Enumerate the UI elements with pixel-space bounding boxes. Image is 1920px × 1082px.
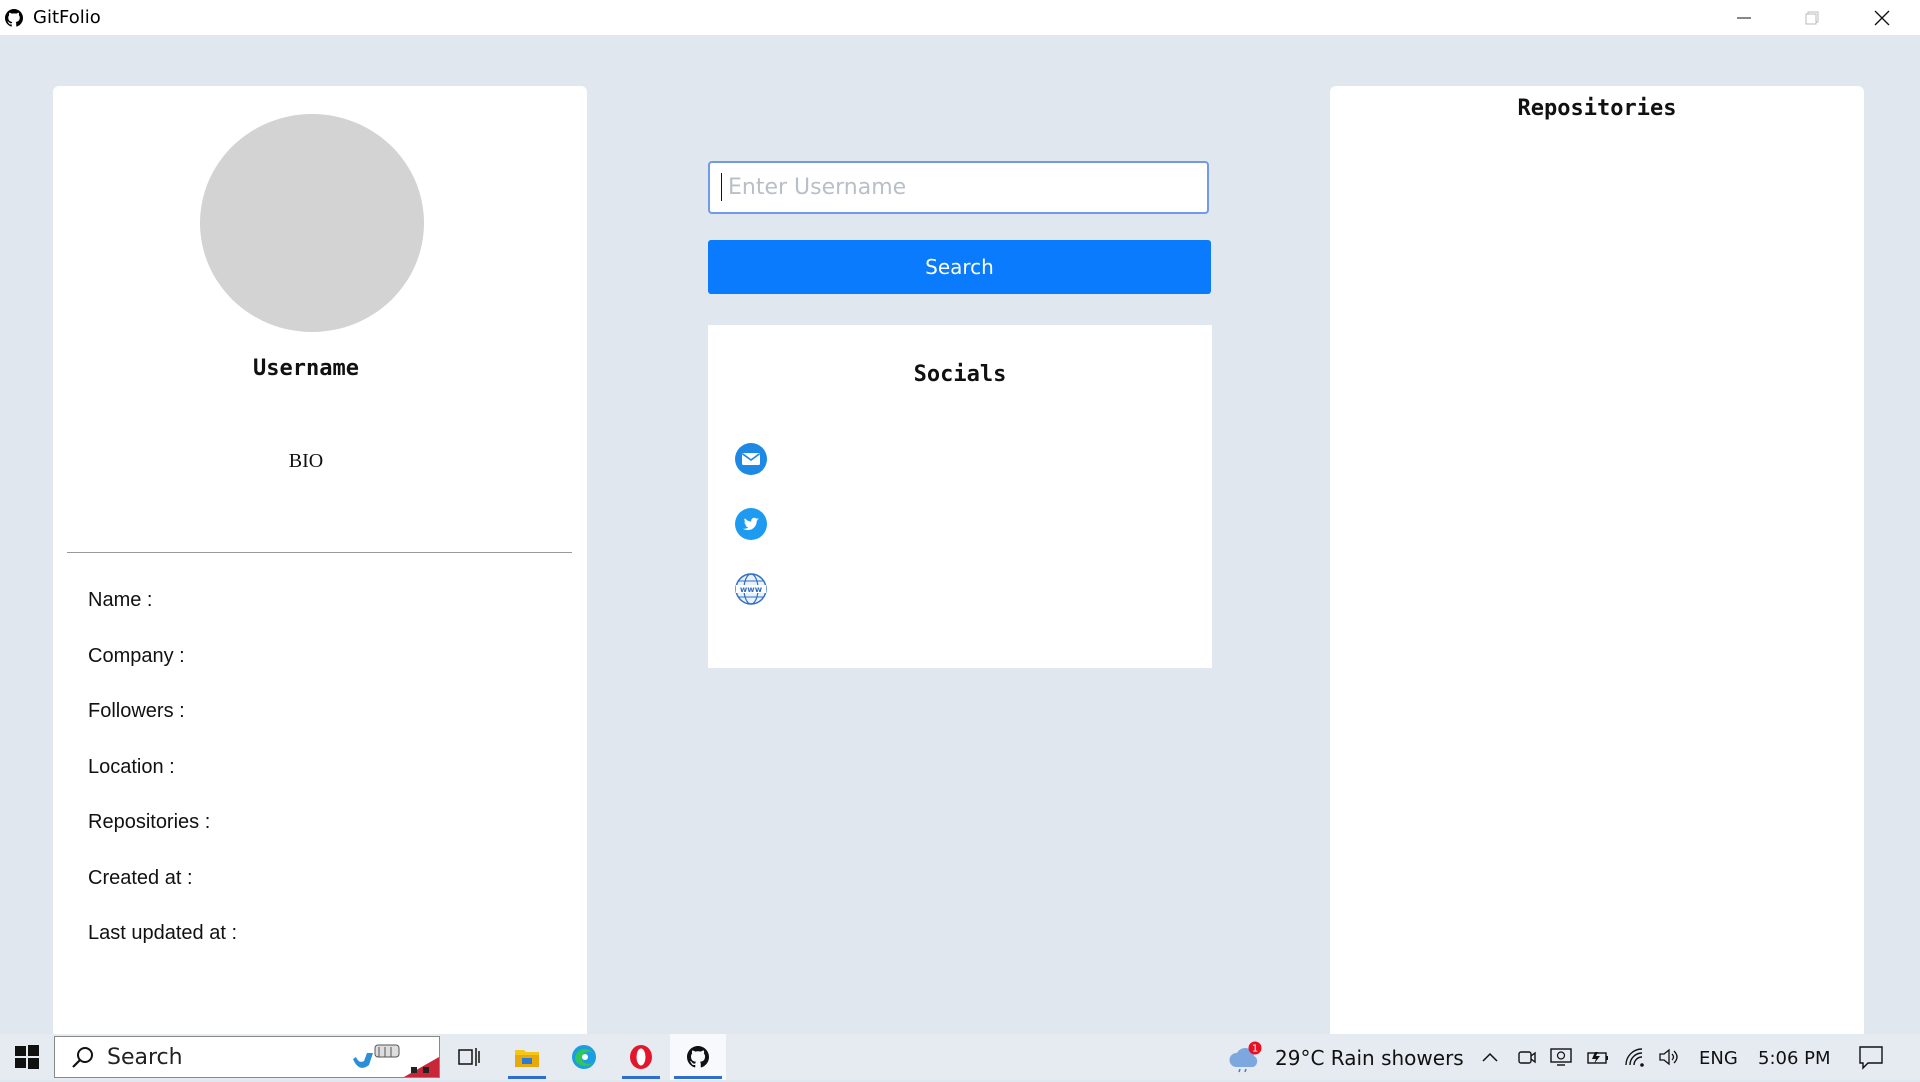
display-sync-icon[interactable] bbox=[1550, 1046, 1572, 1068]
username-search-input[interactable] bbox=[708, 161, 1209, 214]
weather-text[interactable]: 29°C Rain showers bbox=[1275, 1046, 1464, 1070]
weather-rain-icon[interactable]: 1 bbox=[1228, 1041, 1264, 1073]
divider bbox=[67, 552, 572, 553]
weather-badge: 1 bbox=[1252, 1044, 1258, 1055]
volume-icon[interactable] bbox=[1658, 1046, 1680, 1068]
chevron-up-icon[interactable] bbox=[1479, 1046, 1501, 1068]
taskbar-search-box[interactable]: Search bbox=[54, 1036, 440, 1078]
website-www-icon[interactable]: www bbox=[734, 572, 768, 606]
github-icon bbox=[5, 8, 25, 28]
detail-name: Name : bbox=[88, 589, 153, 611]
svg-text:www: www bbox=[740, 585, 763, 594]
restore-button[interactable] bbox=[1778, 0, 1846, 35]
edge-icon[interactable] bbox=[561, 1034, 607, 1080]
language-indicator[interactable]: ENG bbox=[1699, 1048, 1738, 1069]
wifi-icon[interactable] bbox=[1624, 1046, 1646, 1068]
profile-card: Username BIO Name : Company : Followers … bbox=[53, 86, 587, 1080]
profile-bio: BIO bbox=[288, 450, 324, 472]
detail-repositories: Repositories : bbox=[88, 811, 211, 833]
file-explorer-icon[interactable] bbox=[504, 1034, 550, 1080]
taskbar: Search 1 29°C Rain showers ENG 5:06 PM bbox=[0, 1034, 1920, 1080]
profile-username: Username bbox=[253, 356, 359, 381]
search-highlight-illustration-icon bbox=[349, 1037, 439, 1077]
avatar bbox=[200, 114, 424, 332]
close-button[interactable] bbox=[1848, 0, 1916, 35]
twitter-icon[interactable] bbox=[734, 507, 768, 541]
task-view-icon[interactable] bbox=[446, 1034, 492, 1080]
minimize-button[interactable] bbox=[1710, 0, 1778, 35]
repositories-card: Repositories bbox=[1330, 86, 1864, 1080]
detail-last-updated-at: Last updated at : bbox=[88, 922, 238, 944]
opera-icon[interactable] bbox=[618, 1034, 664, 1080]
search-button[interactable]: Search bbox=[708, 240, 1211, 294]
repositories-title: Repositories bbox=[1517, 96, 1677, 121]
socials-card: Socials www bbox=[708, 325, 1212, 668]
notifications-icon[interactable] bbox=[1858, 1044, 1884, 1070]
detail-company: Company : bbox=[88, 645, 185, 667]
email-icon[interactable] bbox=[734, 442, 768, 476]
windows-start-icon[interactable] bbox=[8, 1042, 46, 1072]
title-bar: GitFolio bbox=[0, 0, 1920, 35]
detail-location: Location : bbox=[88, 756, 175, 778]
github-taskbar-icon[interactable] bbox=[670, 1034, 726, 1080]
taskbar-search-label: Search bbox=[107, 1044, 183, 1070]
window-title: GitFolio bbox=[33, 7, 101, 28]
camera-meet-icon[interactable] bbox=[1516, 1046, 1538, 1068]
text-caret bbox=[721, 173, 722, 201]
detail-followers: Followers : bbox=[88, 700, 185, 722]
socials-title: Socials bbox=[913, 362, 1007, 387]
detail-created-at: Created at : bbox=[88, 867, 193, 889]
battery-charging-icon[interactable] bbox=[1586, 1046, 1608, 1068]
search-icon bbox=[71, 1045, 95, 1069]
clock-time[interactable]: 5:06 PM bbox=[1758, 1048, 1831, 1069]
